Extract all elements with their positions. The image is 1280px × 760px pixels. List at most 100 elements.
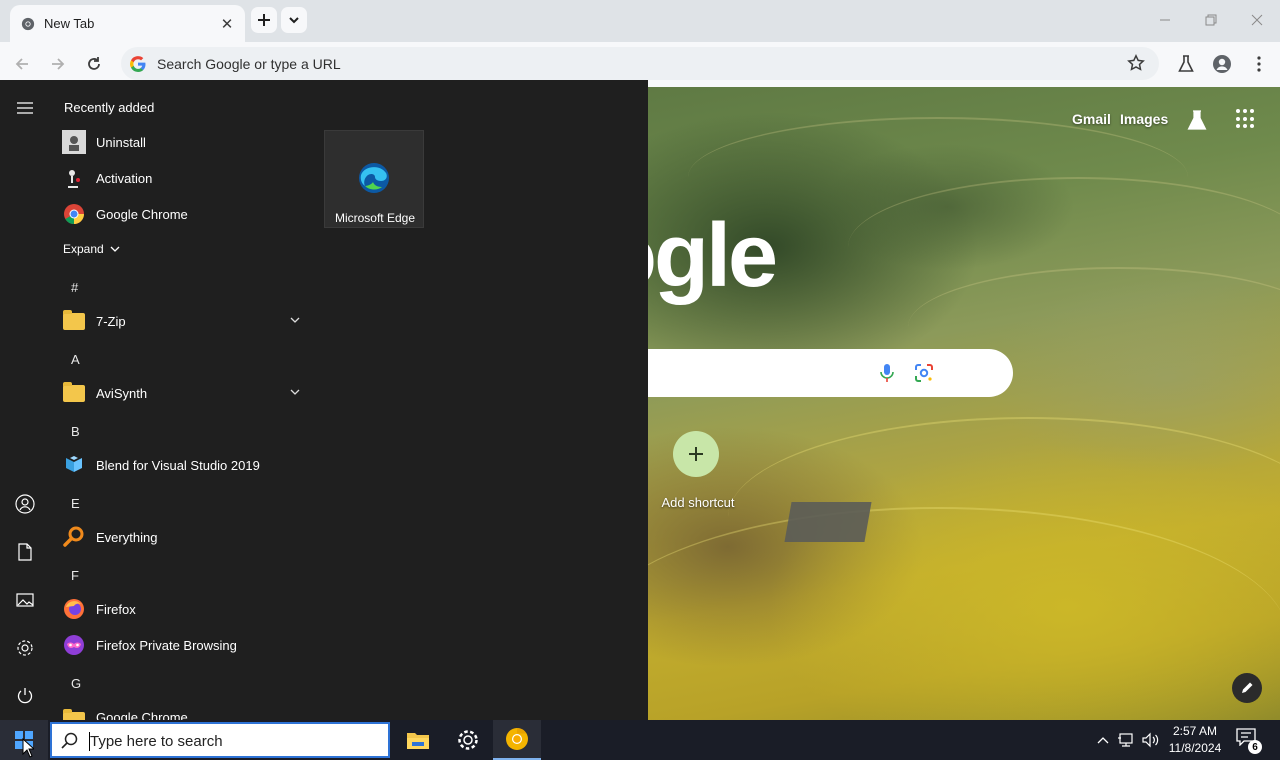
app-uninstall[interactable]: Uninstall: [62, 126, 302, 158]
app-label: Google Chrome: [96, 710, 188, 720]
images-link[interactable]: Images: [1120, 111, 1168, 127]
app-google-chrome[interactable]: Google Chrome: [62, 198, 302, 230]
flask-icon: [1178, 55, 1194, 72]
pictures-button[interactable]: [13, 588, 37, 612]
back-button[interactable]: [8, 50, 36, 78]
restore-icon: [1205, 14, 1217, 26]
chrome-canary-button[interactable]: [493, 720, 541, 760]
user-icon: [15, 494, 35, 514]
settings-button[interactable]: [13, 636, 37, 660]
google-lens-icon[interactable]: [914, 363, 934, 383]
account-button[interactable]: [13, 492, 37, 516]
uninstall-icon: [62, 130, 86, 154]
folder-icon: [62, 708, 86, 720]
volume-button[interactable]: [1141, 730, 1161, 750]
app-google-chrome-folder[interactable]: Google Chrome: [62, 702, 302, 720]
app-firefox[interactable]: Firefox: [62, 593, 302, 625]
activation-icon: [62, 166, 86, 190]
add-shortcut-button[interactable]: [673, 431, 719, 477]
group-letter[interactable]: B: [71, 424, 80, 439]
flask-icon[interactable]: [1186, 109, 1208, 131]
kebab-menu-icon: [1257, 56, 1261, 72]
chevron-up-icon: [1097, 737, 1109, 744]
hamburger-icon: [17, 102, 33, 114]
app-firefox-private[interactable]: Firefox Private Browsing: [62, 629, 302, 661]
documents-button[interactable]: [13, 540, 37, 564]
microphone-icon[interactable]: [877, 363, 897, 383]
tab-search-button[interactable]: [281, 7, 307, 33]
chevron-down-icon: [110, 246, 120, 252]
group-letter[interactable]: #: [71, 280, 78, 295]
new-tab-button[interactable]: [251, 7, 277, 33]
app-label: Google Chrome: [96, 206, 188, 222]
app-label: Uninstall: [96, 134, 146, 150]
background-hut: [784, 502, 872, 542]
ntp-search-box[interactable]: [648, 349, 1013, 397]
gear-icon: [17, 640, 33, 656]
restore-button[interactable]: [1196, 8, 1226, 32]
expand-button[interactable]: Expand: [63, 242, 120, 256]
app-everything[interactable]: Everything: [62, 521, 302, 553]
chevron-down-icon: [290, 389, 300, 395]
customize-button[interactable]: [1232, 673, 1262, 703]
minimize-button[interactable]: [1150, 8, 1180, 32]
picture-icon: [16, 593, 34, 607]
settings-app-button[interactable]: [444, 720, 492, 760]
menu-button[interactable]: [1247, 53, 1271, 75]
app-label: Everything: [96, 529, 158, 545]
tile-label: Microsoft Edge: [334, 211, 416, 225]
reload-icon: [88, 57, 100, 70]
notification-badge: 6: [1248, 740, 1262, 754]
gmail-link[interactable]: Gmail: [1072, 111, 1111, 127]
group-letter[interactable]: F: [71, 568, 79, 583]
recently-added-header: Recently added: [64, 100, 155, 115]
forward-button[interactable]: [44, 50, 72, 78]
magnifier-icon: [62, 525, 86, 549]
app-activation[interactable]: Activation: [62, 162, 302, 194]
folder-icon: [62, 381, 86, 405]
taskbar-search-box[interactable]: Type here to search: [50, 722, 390, 758]
avatar-icon: [1213, 55, 1231, 73]
tab-new-tab[interactable]: New Tab ✕: [10, 5, 245, 42]
profile-button[interactable]: [1210, 53, 1234, 75]
gear-icon: [458, 730, 478, 750]
close-window-button[interactable]: [1242, 8, 1272, 32]
labs-button[interactable]: [1174, 53, 1198, 75]
chevron-down-icon: [289, 17, 299, 24]
taskbar: Type here to search 2:57 AM 11/8/2024 6: [0, 720, 1280, 760]
file-explorer-icon: [407, 733, 429, 749]
edge-icon: [359, 163, 389, 193]
group-letter[interactable]: G: [71, 676, 81, 691]
bookmark-star-icon[interactable]: [1127, 54, 1145, 72]
app-label: Firefox: [96, 601, 136, 617]
app-label: 7-Zip: [96, 313, 126, 329]
google-g-icon: [130, 56, 146, 72]
chrome-canary-icon: [506, 728, 528, 750]
plus-icon: [258, 14, 270, 26]
app-avisynth-folder[interactable]: AviSynth: [62, 377, 302, 409]
clock-date[interactable]: 11/8/2024: [1164, 741, 1226, 755]
file-explorer-button[interactable]: [394, 720, 442, 760]
show-hidden-icons-button[interactable]: [1093, 730, 1113, 750]
app-7zip-folder[interactable]: 7-Zip: [62, 305, 302, 337]
speaker-icon: [1142, 732, 1159, 748]
omnibox-placeholder: Search Google or type a URL: [157, 56, 341, 72]
google-apps-icon[interactable]: [1236, 109, 1256, 129]
group-letter[interactable]: E: [71, 496, 80, 511]
mouse-cursor-icon: [22, 738, 34, 758]
power-button[interactable]: [13, 684, 37, 708]
document-icon: [18, 543, 32, 561]
group-letter[interactable]: A: [71, 352, 80, 367]
chrome-icon: [21, 17, 35, 31]
power-icon: [17, 688, 33, 704]
app-blend[interactable]: Blend for Visual Studio 2019: [62, 449, 302, 481]
clock-time[interactable]: 2:57 AM: [1172, 724, 1218, 738]
tile-microsoft-edge[interactable]: Microsoft Edge: [324, 130, 424, 228]
new-tab-page: Gmail Images ogle Add shortcut: [648, 87, 1280, 720]
close-tab-button[interactable]: ✕: [217, 14, 237, 34]
omnibox[interactable]: Search Google or type a URL: [121, 47, 1159, 80]
reload-button[interactable]: [80, 50, 108, 78]
hamburger-button[interactable]: [13, 96, 37, 120]
network-button[interactable]: [1117, 730, 1137, 750]
app-label: Firefox Private Browsing: [96, 637, 237, 653]
